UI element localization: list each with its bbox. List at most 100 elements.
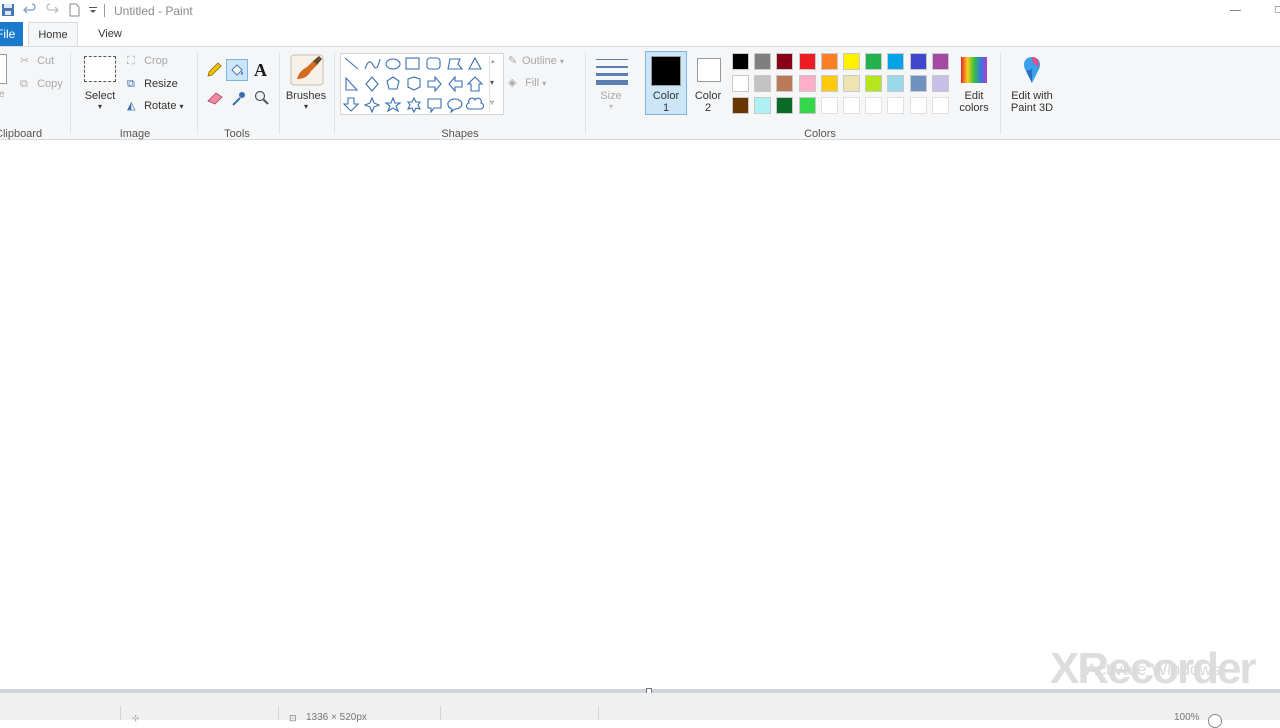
cursor-position-icon: ⊹ — [132, 713, 140, 723]
oval-callout-shape-icon — [447, 98, 463, 113]
palette-swatch[interactable] — [754, 97, 772, 114]
color2-swatch[interactable] — [697, 58, 721, 82]
group-separator — [334, 52, 335, 134]
cut-button[interactable]: ✂ Cut — [20, 52, 54, 70]
palette-swatch[interactable] — [798, 53, 816, 70]
paste-dropdown-icon[interactable]: e — [0, 86, 5, 104]
palette-swatch[interactable] — [843, 75, 860, 92]
palette-swatch[interactable] — [754, 53, 772, 70]
group-separator — [197, 52, 198, 134]
palette-swatch[interactable] — [887, 97, 905, 114]
palette-swatch[interactable] — [820, 75, 838, 92]
minimize-icon[interactable] — [1230, 10, 1241, 11]
palette-swatch[interactable] — [887, 53, 905, 70]
select-dropdown-icon[interactable]: ▾ — [78, 101, 122, 113]
drawing-canvas[interactable] — [0, 144, 1280, 690]
redo-icon[interactable] — [45, 3, 59, 17]
edit-with-paint3d-label[interactable]: Edit with Paint 3D — [1004, 90, 1060, 114]
palette-swatch[interactable] — [931, 75, 949, 92]
color-picker-icon[interactable] — [231, 89, 247, 107]
palette-swatch[interactable] — [931, 97, 949, 114]
palette-swatch[interactable] — [843, 97, 860, 114]
rectangle-shape-icon — [405, 57, 420, 70]
pencil-icon[interactable] — [205, 61, 223, 79]
shapes-scroll-down-icon[interactable]: ▾ — [490, 78, 494, 87]
paste-icon[interactable] — [0, 54, 7, 84]
palette-swatch[interactable] — [865, 75, 883, 92]
palette-swatch[interactable] — [754, 75, 772, 92]
shapes-scroll-up-icon[interactable]: ▴ — [491, 57, 495, 65]
size-icon[interactable] — [595, 56, 629, 86]
color1-swatch — [651, 56, 681, 86]
palette-swatch[interactable] — [909, 97, 927, 114]
palette-swatch[interactable] — [865, 53, 883, 70]
eraser-icon[interactable] — [205, 90, 225, 106]
status-separator — [278, 706, 279, 720]
copy-icon: ⧉ — [20, 78, 28, 91]
resize-label: Resize — [144, 78, 178, 90]
rotate-dropdown-icon: ▾ — [179, 102, 184, 111]
tab-file[interactable]: File — [0, 22, 23, 46]
paint3d-icon[interactable] — [1018, 55, 1046, 87]
palette-swatch[interactable] — [732, 53, 749, 70]
palette-swatch[interactable] — [865, 97, 883, 114]
crop-label: Crop — [144, 55, 168, 67]
select-icon[interactable] — [84, 56, 116, 82]
palette-swatch[interactable] — [843, 53, 860, 70]
edit-colors-label[interactable]: Edit colors — [952, 90, 996, 114]
brushes-icon[interactable] — [289, 53, 325, 87]
cut-label: Cut — [37, 55, 55, 67]
resize-button[interactable]: ⧉ Resize — [127, 75, 178, 93]
text-tool-icon[interactable]: A — [254, 60, 267, 81]
shapes-expand-icon[interactable]: ▿ — [490, 98, 494, 107]
palette-swatch[interactable] — [909, 53, 927, 70]
brushes-dropdown-icon[interactable]: ▾ — [283, 101, 329, 113]
palette-swatch[interactable] — [820, 97, 838, 114]
canvas-size-icon: ⊡ — [289, 713, 297, 723]
group-separator — [585, 52, 586, 134]
palette-swatch[interactable] — [776, 75, 794, 92]
color1-label: Color 1 — [652, 90, 680, 114]
palette-swatch[interactable] — [931, 53, 949, 70]
pentagon-shape-icon — [386, 76, 400, 90]
fill-bucket-icon — [231, 64, 243, 76]
save-icon[interactable] — [1, 3, 15, 17]
rotate-button[interactable]: ◭ Rotate ▾ — [127, 97, 184, 115]
polygon-shape-icon — [447, 58, 464, 70]
palette-swatch[interactable] — [798, 75, 816, 92]
six-point-star-shape-icon — [406, 96, 422, 113]
tab-home[interactable]: Home — [28, 22, 78, 47]
hexagon-shape-icon — [407, 76, 421, 91]
palette-swatch[interactable] — [776, 97, 794, 114]
right-arrow-shape-icon — [427, 75, 442, 93]
line-shape-icon — [344, 57, 359, 70]
status-separator — [598, 706, 599, 720]
palette-swatch[interactable] — [732, 97, 749, 114]
outline-button[interactable]: ✎ Outline ▾ — [508, 52, 564, 70]
magnifier-icon[interactable] — [254, 90, 270, 106]
group-label-image: Image — [119, 128, 151, 140]
zoom-slider-thumb[interactable] — [1208, 714, 1222, 728]
palette-swatch[interactable] — [909, 75, 927, 92]
palette-swatch[interactable] — [732, 75, 749, 92]
window-title: Untitled - Paint — [114, 4, 193, 18]
palette-swatch[interactable] — [798, 97, 816, 114]
new-file-icon[interactable] — [67, 3, 81, 17]
outline-dropdown-icon: ▾ — [559, 57, 564, 66]
fill-button[interactable]: ◈ Fill ▾ — [508, 74, 546, 92]
copy-button[interactable]: ⧉ Copy — [20, 75, 63, 93]
restore-icon[interactable]: ◻ — [1274, 4, 1280, 15]
size-dropdown-icon[interactable]: ▾ — [590, 101, 632, 113]
rounded-rectangle-shape-icon — [426, 57, 441, 70]
palette-swatch[interactable] — [887, 75, 905, 92]
scissors-icon: ✂ — [20, 55, 30, 68]
outline-label: Outline — [522, 55, 557, 67]
tab-view[interactable]: View — [88, 22, 132, 46]
undo-icon[interactable] — [23, 3, 37, 17]
palette-swatch[interactable] — [776, 53, 794, 70]
customize-toolbar-icon[interactable] — [88, 5, 98, 15]
crop-button[interactable]: ⛶ Crop — [127, 52, 168, 70]
fill-icon: ◈ — [508, 77, 517, 90]
palette-swatch[interactable] — [820, 53, 838, 70]
edit-colors-icon[interactable] — [959, 55, 989, 85]
